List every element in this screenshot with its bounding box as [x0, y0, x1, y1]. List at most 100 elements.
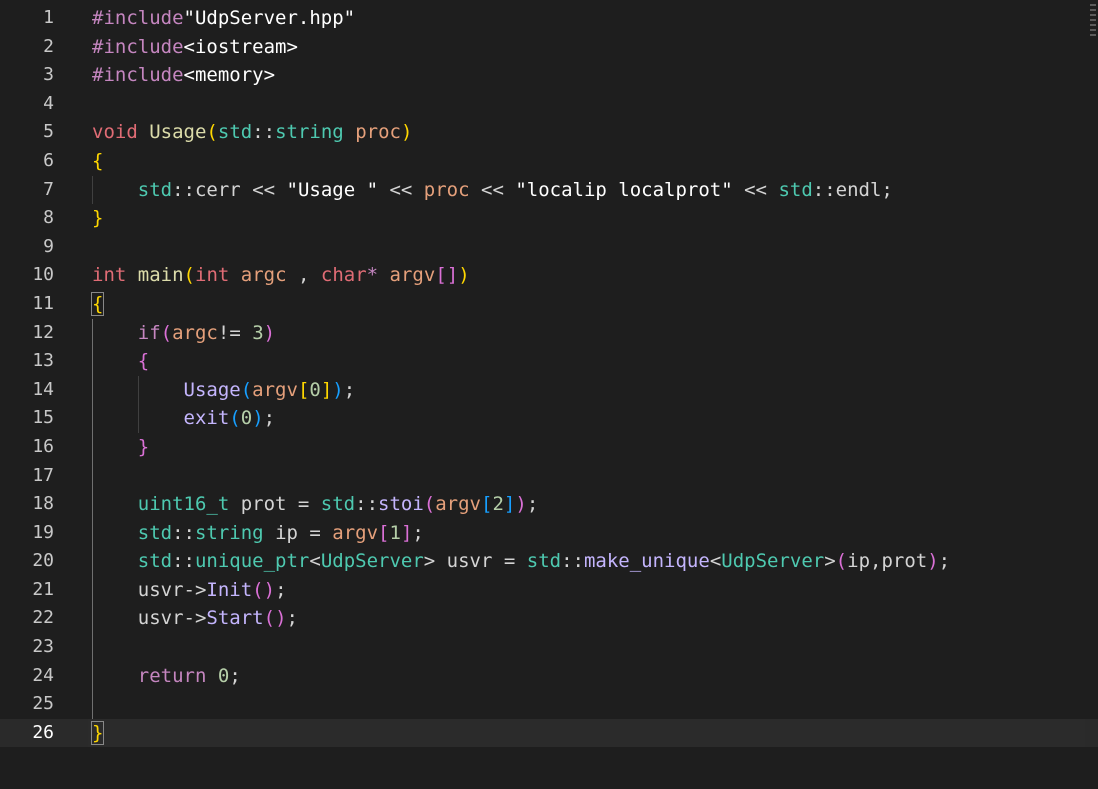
line-code: return 0;: [92, 662, 241, 691]
code-line[interactable]: 15 exit(0);: [0, 404, 1098, 433]
code-token: string: [275, 121, 344, 144]
code-token: ]: [503, 493, 516, 516]
code-line[interactable]: 9: [0, 233, 1098, 262]
code-token: "Usage ": [286, 178, 379, 201]
code-line[interactable]: 19 std::string ip = argv[1];: [0, 519, 1098, 548]
line-number: 19: [32, 521, 54, 543]
code-line[interactable]: 6{: [0, 147, 1098, 176]
code-token: (: [183, 264, 195, 287]
code-token: ]: [400, 521, 413, 544]
code-token: <iostream>: [183, 35, 298, 58]
code-line[interactable]: 21 usvr->Init();: [0, 576, 1098, 605]
line-code: exit(0);: [92, 404, 276, 433]
code-token: argc: [240, 264, 287, 287]
code-line[interactable]: 1 #include"UdpServer.hpp": [0, 4, 1098, 33]
line-number: 22: [32, 607, 54, 629]
line-code: uint16_t prot = std::stoi(argv[2]);: [92, 490, 539, 519]
code-token: #include: [92, 64, 184, 87]
code-token: Usage: [149, 121, 207, 144]
code-token: ): [263, 578, 276, 601]
code-line[interactable]: 12 if(argc!= 3): [0, 319, 1098, 348]
code-token: ::: [812, 178, 836, 201]
line-code: #include<memory>: [92, 61, 275, 90]
code-line[interactable]: 14 Usage(argv[0]);: [0, 376, 1098, 405]
code-line[interactable]: 25: [0, 690, 1098, 719]
code-line[interactable]: 24 return 0;: [0, 662, 1098, 691]
code-token: char: [320, 264, 367, 287]
code-line[interactable]: 7 std::cerr << "Usage " << proc << "loca…: [0, 176, 1098, 205]
line-number: 26: [32, 721, 54, 743]
line-number: 6: [43, 149, 54, 171]
minimap-mark: [1090, 14, 1096, 16]
code-line[interactable]: 16 }: [0, 433, 1098, 462]
code-line[interactable]: 5 void Usage(std::string proc): [0, 118, 1098, 147]
line-code: #include"UdpServer.hpp": [92, 4, 355, 33]
line-code: }: [90, 719, 105, 748]
code-line[interactable]: 10 int main(int argc , char* argv[]): [0, 261, 1098, 290]
line-code: }: [92, 204, 103, 233]
code-token: <: [309, 550, 321, 573]
code-token: <: [709, 550, 722, 573]
line-number: 14: [32, 378, 54, 400]
line-number: 8: [43, 207, 54, 229]
code-token: ;: [286, 607, 298, 630]
minimap-indicator[interactable]: [1090, 4, 1096, 50]
code-token: (: [835, 550, 848, 573]
code-token: [: [297, 378, 310, 401]
code-token: ,: [286, 264, 321, 287]
code-token: ::: [172, 521, 195, 544]
code-token: ]: [320, 378, 333, 401]
code-token: ip,prot: [847, 550, 928, 573]
code-token: std: [778, 178, 813, 201]
line-number: 23: [32, 636, 54, 658]
code-token: (: [229, 407, 241, 430]
code-line[interactable]: 11 {: [0, 290, 1098, 319]
indent-guide: [92, 175, 93, 205]
minimap-mark: [1090, 29, 1096, 31]
code-token: ): [927, 550, 939, 573]
code-token: ): [458, 264, 470, 287]
code-token: ;: [526, 493, 539, 516]
code-token: argv: [389, 264, 436, 287]
code-token: ::: [172, 550, 195, 573]
code-line[interactable]: 22 usvr->Start();: [0, 604, 1098, 633]
code-token: ): [275, 607, 287, 630]
code-token: Usage: [183, 378, 241, 401]
line-code: usvr->Init();: [92, 576, 287, 605]
code-line[interactable]: 4: [0, 90, 1098, 119]
line-code: std::string ip = argv[1];: [92, 519, 424, 548]
code-line[interactable]: 18 uint16_t prot = std::stoi(argv[2]);: [0, 490, 1098, 519]
code-line[interactable]: 8}: [0, 204, 1098, 233]
code-line[interactable]: 17: [0, 462, 1098, 491]
code-token: cerr: [194, 178, 241, 201]
code-token: UdpServer: [320, 550, 424, 573]
code-token: Start: [206, 607, 264, 630]
code-line[interactable]: 26}: [0, 718, 1098, 748]
code-line[interactable]: 23: [0, 633, 1098, 662]
code-token: "UdpServer.hpp": [183, 7, 356, 29]
code-line[interactable]: 20 std::unique_ptr<UdpServer> usvr = std…: [0, 547, 1098, 576]
line-code: Usage(argv[0]);: [92, 376, 356, 405]
code-token: argv: [435, 493, 481, 516]
code-line[interactable]: 3 #include<memory>: [0, 61, 1098, 90]
code-token: int: [92, 264, 127, 287]
code-token: std: [217, 121, 253, 144]
code-token: <<: [732, 178, 779, 201]
line-code: std::cerr << "Usage " << proc << "locali…: [92, 176, 893, 205]
line-code: {: [92, 347, 149, 376]
code-line[interactable]: 2 #include<iostream>: [0, 33, 1098, 62]
code-token: ): [515, 493, 527, 516]
code-editor[interactable]: 1 #include"UdpServer.hpp" 2 #include<iostre…: [0, 4, 1098, 748]
indent-guide: [92, 318, 93, 719]
code-token: #include: [92, 7, 184, 29]
code-token: ;: [229, 664, 241, 687]
code-line[interactable]: 13 {: [0, 347, 1098, 376]
code-token: 3: [252, 321, 264, 344]
